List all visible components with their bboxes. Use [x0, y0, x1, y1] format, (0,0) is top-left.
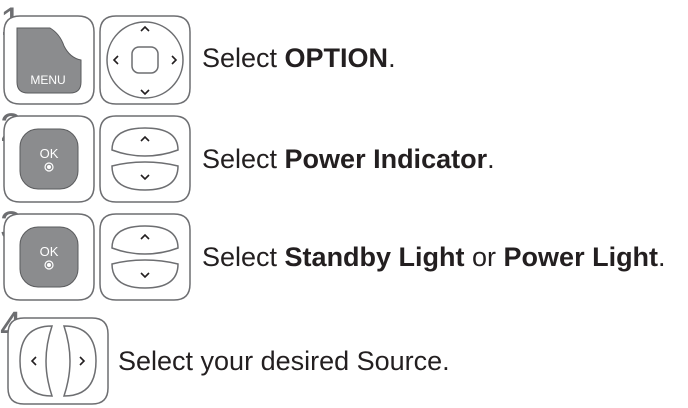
ok-button-label: OK — [40, 244, 59, 259]
navigation-pad-icon[interactable] — [98, 14, 192, 106]
step-2: 2 OK Select Power Indicator. — [0, 108, 688, 210]
menu-option-name: OPTION — [284, 43, 389, 73]
step-4-instruction: Select your desired Source. — [118, 346, 450, 376]
left-right-rocker-icon[interactable] — [6, 316, 110, 406]
up-down-rocker-icon[interactable] — [98, 212, 192, 302]
menu-option-name: Power Indicator — [284, 144, 488, 174]
menu-button-icon[interactable]: MENU — [2, 14, 96, 106]
menu-option-name: Standby Light — [284, 242, 465, 272]
menu-button-label: MENU — [30, 73, 65, 87]
ok-button-icon[interactable]: OK — [2, 212, 96, 302]
step-1-instruction: Select OPTION. — [202, 43, 396, 73]
step-4: 4 Select your desired Source. — [0, 306, 688, 408]
step-2-instruction: Select Power Indicator. — [202, 144, 495, 174]
step-3-instruction: Select Standby Light or Power Light. — [202, 242, 666, 272]
ok-button-icon[interactable]: OK — [2, 114, 96, 204]
step-3: 3 OK Select Standby Light or Power Light… — [0, 206, 688, 310]
menu-option-name: Power Light — [503, 242, 659, 272]
up-down-rocker-icon[interactable] — [98, 114, 192, 204]
ok-button-label: OK — [40, 146, 59, 161]
step-1: 1 MENU Select OPTION. — [0, 0, 688, 110]
